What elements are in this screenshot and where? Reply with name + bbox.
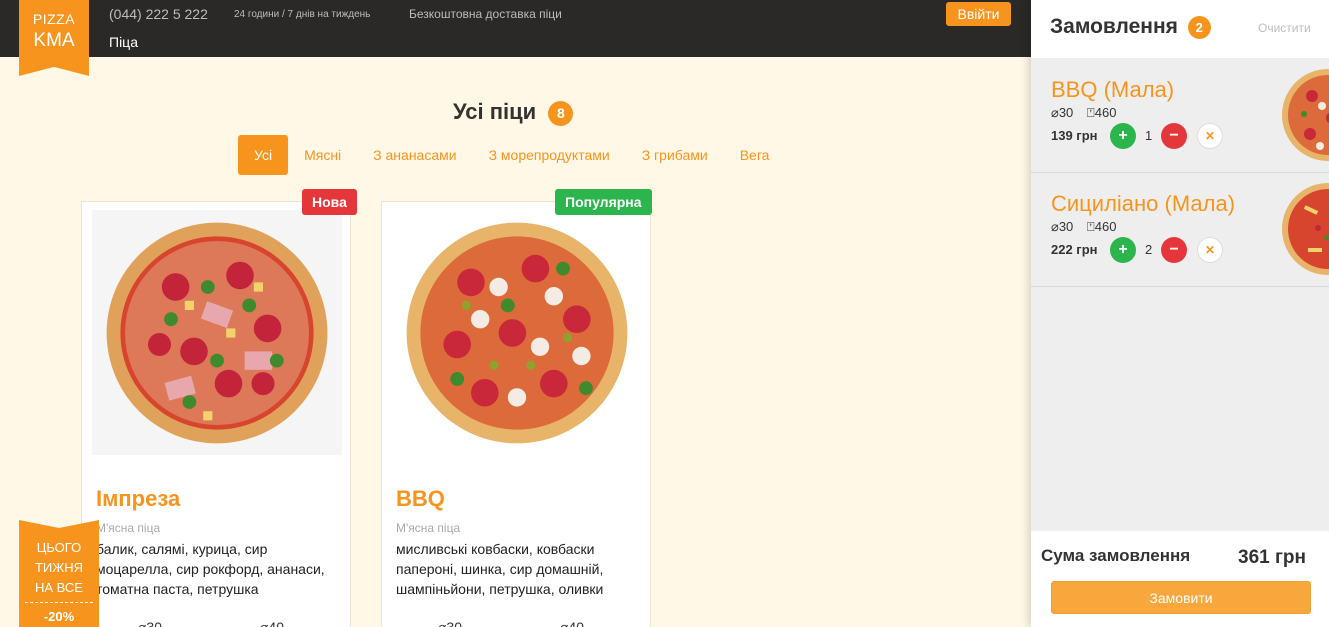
- size-option-large[interactable]: ⌀40: [560, 619, 584, 627]
- pizza-card[interactable]: BBQ М'ясна піца мисливські ковбаски, ков…: [381, 201, 651, 627]
- pizza-description: балик, салямі, курица, сир моцарелла, си…: [96, 541, 325, 597]
- order-item-name: BBQ (Мала): [1051, 77, 1175, 102]
- pizza-impreza-image: [106, 222, 328, 443]
- order-item-diameter: 30: [1058, 105, 1074, 120]
- promo-line-2: ТИЖНЯ: [34, 560, 84, 575]
- tab-seafood[interactable]: З морепродуктами: [473, 135, 626, 175]
- login-button[interactable]: Ввійти: [946, 2, 1011, 26]
- pizza-card[interactable]: Імпреза М'ясна піца балик, салямі, куриц…: [81, 201, 351, 627]
- pizza-bbq-image: [406, 222, 628, 443]
- page-title-text: Усі піци: [453, 99, 537, 124]
- size-option-small[interactable]: ⌀30: [138, 619, 162, 627]
- increase-quantity-button[interactable]: +: [1110, 237, 1136, 263]
- order-item-price: 139 грн: [1051, 128, 1098, 143]
- nav-link-pizza[interactable]: Піца: [109, 34, 138, 50]
- remove-item-button[interactable]: ✕: [1197, 237, 1223, 263]
- increase-quantity-button[interactable]: +: [1110, 123, 1136, 149]
- order-item-name: Сициліано (Мала): [1051, 191, 1236, 216]
- pizza-thumbnail: [1282, 69, 1329, 161]
- order-sum-value: 361 грн: [1238, 547, 1306, 568]
- order-item-quantity: 1: [1145, 128, 1153, 143]
- order-item-diameter: 30: [1058, 219, 1074, 234]
- tab-pineapple[interactable]: З ананасами: [357, 135, 472, 175]
- order-item: BBQ (Мала) ⌀30 ⍞460 139 грн + 1 − ✕: [1031, 58, 1329, 173]
- order-sum-label: Сума замовлення: [1041, 546, 1191, 565]
- tab-meat[interactable]: Мясні: [288, 135, 357, 175]
- delivery-info: Безкоштовна доставка піци: [409, 7, 562, 21]
- order-item-price: 222 грн: [1051, 242, 1098, 257]
- filter-tabs: Усі Мясні З ананасами З морепродуктами З…: [238, 135, 785, 175]
- order-item-sizes: ⌀30 ⍞460: [1051, 105, 1116, 121]
- size-option-large[interactable]: ⌀40: [260, 619, 284, 627]
- remove-item-button[interactable]: ✕: [1197, 123, 1223, 149]
- order-title-text: Замовлення: [1050, 15, 1178, 38]
- clear-order-button[interactable]: Очистити: [1258, 21, 1311, 35]
- promo-discount: -20%: [25, 602, 93, 624]
- order-item-image: [1280, 68, 1329, 163]
- order-header: Замовлення 2 Очистити: [1031, 0, 1329, 58]
- weight-icon: ⍞: [1086, 105, 1095, 120]
- decrease-quantity-button[interactable]: −: [1161, 237, 1187, 263]
- pizza-count-badge: 8: [548, 100, 574, 126]
- order-count-badge: 2: [1187, 15, 1211, 39]
- size-option-small[interactable]: ⌀30: [438, 619, 462, 627]
- pizza-thumbnail: [1282, 183, 1329, 275]
- promo-ribbon[interactable]: ЦЬОГО ТИЖНЯ НА ВСЕ -20%: [19, 520, 99, 627]
- page-title: Усі піци 8: [453, 99, 574, 126]
- pizza-name: Імпреза: [96, 486, 181, 511]
- order-item: Сициліано (Мала) ⌀30 ⍞460 222 грн + 2 − …: [1031, 172, 1329, 287]
- working-hours: 24 години / 7 днів на тиждень: [234, 9, 371, 20]
- pizza-image: [92, 210, 342, 455]
- submit-order-button[interactable]: Замовити: [1051, 581, 1311, 614]
- badge-popular: Популярна: [555, 189, 652, 215]
- logo-line-2: KMA: [33, 30, 75, 51]
- site-logo[interactable]: PIZZA KMA: [19, 0, 89, 76]
- tab-vegan[interactable]: Вега: [724, 135, 786, 175]
- tab-mushrooms[interactable]: З грибами: [626, 135, 724, 175]
- order-item-quantity: 2: [1145, 242, 1153, 257]
- order-title: Замовлення 2: [1050, 15, 1211, 39]
- pizza-description: мисливські ковбаски, ковбаски папероні, …: [396, 541, 604, 597]
- diameter-icon: ⌀: [1051, 219, 1059, 234]
- order-item-weight: 460: [1094, 219, 1117, 234]
- pizza-name: BBQ: [396, 486, 445, 511]
- pizza-image: [392, 210, 642, 455]
- weight-icon: ⍞: [1086, 219, 1095, 234]
- badge-new: Нова: [302, 189, 357, 215]
- promo-line-1: ЦЬОГО: [36, 540, 82, 555]
- pizza-type: М'ясна піца: [396, 521, 461, 535]
- order-item-image: [1280, 182, 1329, 277]
- tab-all[interactable]: Усі: [238, 135, 289, 175]
- order-panel: Замовлення 2 Очистити BBQ (Мала) ⌀30 ⍞46…: [1031, 0, 1329, 627]
- order-item-weight: 460: [1094, 105, 1117, 120]
- order-item-sizes: ⌀30 ⍞460: [1051, 219, 1116, 235]
- logo-line-1: PIZZA: [32, 11, 76, 27]
- order-footer: Сума замовлення 361 грн Замовити: [1031, 531, 1329, 627]
- pizza-type: М'ясна піца: [96, 521, 161, 535]
- phone-number[interactable]: (044) 222 5 222: [109, 6, 208, 22]
- decrease-quantity-button[interactable]: −: [1161, 123, 1187, 149]
- promo-text: ЦЬОГО ТИЖНЯ НА ВСЕ: [19, 520, 99, 598]
- diameter-icon: ⌀: [1051, 105, 1059, 120]
- top-navbar: (044) 222 5 222 24 години / 7 днів на ти…: [0, 0, 1031, 57]
- promo-line-3: НА ВСЕ: [35, 580, 83, 595]
